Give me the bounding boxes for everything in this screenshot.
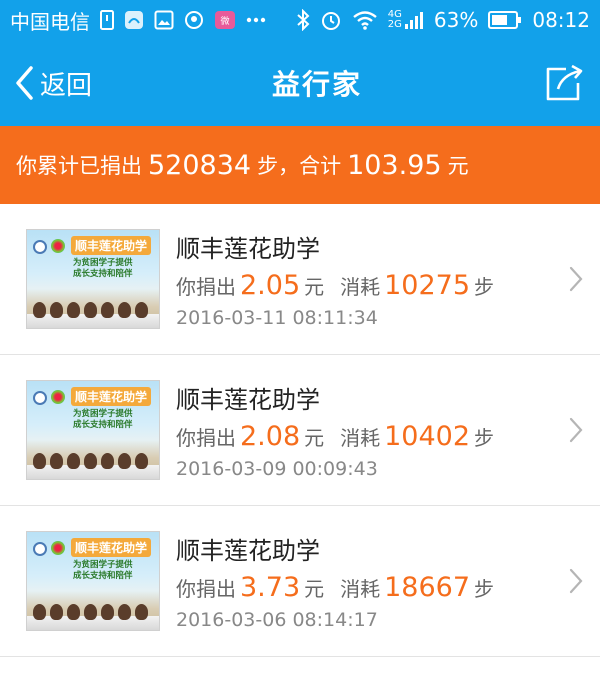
donation-row[interactable]: 顺丰莲花助学 为贫困学子提供 成长支持和陪伴 顺丰莲花助学 你捐出 3.73 元 … bbox=[0, 506, 600, 657]
sf-logo-icon bbox=[33, 542, 47, 556]
donation-amount: 2.08 bbox=[240, 421, 301, 452]
cellular-signal-icon: 4G 2G bbox=[388, 10, 424, 30]
chevron-right-icon bbox=[569, 417, 583, 443]
battery-percent: 63% bbox=[433, 8, 479, 32]
bluetooth-icon bbox=[296, 9, 310, 31]
share-icon bbox=[546, 64, 583, 101]
project-title: 顺丰莲花助学 bbox=[176, 537, 320, 565]
donation-list: 顺丰莲花助学 为贫困学子提供 成长支持和陪伴 顺丰莲花助学 你捐出 2.05 元 … bbox=[0, 204, 600, 657]
donation-detail: 你捐出 3.73 元 消耗 18667 步 bbox=[176, 572, 495, 603]
donation-steps: 10402 bbox=[384, 421, 471, 452]
thumbnail-slogan: 为贫困学子提供 成长支持和陪伴 bbox=[73, 560, 133, 581]
sf-logo-icon bbox=[33, 240, 47, 254]
thumbnail-banner: 顺丰莲花助学 bbox=[71, 538, 152, 557]
thumbnail-banner: 顺丰莲花助学 bbox=[71, 387, 152, 406]
lotus-logo-icon bbox=[51, 239, 65, 253]
back-label: 返回 bbox=[40, 70, 93, 101]
donation-row[interactable]: 顺丰莲花助学 为贫困学子提供 成长支持和陪伴 顺丰莲花助学 你捐出 2.05 元 … bbox=[0, 204, 600, 355]
donation-time: 2016-03-06 08:14:17 bbox=[176, 609, 378, 631]
project-title: 顺丰莲花助学 bbox=[176, 386, 320, 414]
wifi-icon bbox=[352, 10, 378, 30]
sf-logo-icon bbox=[33, 391, 47, 405]
back-button[interactable]: 返回 bbox=[14, 65, 92, 102]
page-title: 益行家 bbox=[272, 68, 363, 101]
weibo-icon: 微 bbox=[214, 10, 236, 30]
carrier-label: 中国电信 bbox=[10, 9, 90, 34]
lotus-logo-icon bbox=[51, 390, 65, 404]
children-photo bbox=[33, 604, 148, 620]
chevron-right-icon bbox=[569, 266, 583, 292]
lotus-logo-icon bbox=[51, 541, 65, 555]
summary-steps: 520834 bbox=[148, 149, 252, 181]
clock: 08:12 bbox=[532, 8, 590, 32]
summary-amount: 103.95 bbox=[347, 149, 442, 181]
donation-time: 2016-03-09 00:09:43 bbox=[176, 458, 378, 480]
summary-steps-unit: 步，合计 bbox=[257, 154, 342, 178]
thumbnail-slogan: 为贫困学子提供 成长支持和陪伴 bbox=[73, 258, 133, 279]
project-thumbnail: 顺丰莲花助学 为贫困学子提供 成长支持和陪伴 bbox=[26, 380, 160, 480]
svg-text:微: 微 bbox=[220, 15, 229, 27]
share-button[interactable] bbox=[542, 61, 586, 105]
donation-time: 2016-03-11 08:11:34 bbox=[176, 307, 378, 329]
summary-amount-unit: 元 bbox=[447, 154, 469, 178]
donation-steps: 10275 bbox=[384, 270, 471, 301]
children-photo bbox=[33, 453, 148, 469]
children-photo bbox=[33, 302, 148, 318]
project-thumbnail: 顺丰莲花助学 为贫困学子提供 成长支持和陪伴 bbox=[26, 531, 160, 631]
more-notifications-icon bbox=[246, 17, 266, 23]
donation-amount: 3.73 bbox=[240, 572, 301, 603]
summary-prefix: 你累计已捐出 bbox=[16, 154, 142, 178]
donation-detail: 你捐出 2.08 元 消耗 10402 步 bbox=[176, 421, 495, 452]
chevron-left-icon bbox=[16, 66, 33, 100]
donation-detail: 你捐出 2.05 元 消耗 10275 步 bbox=[176, 270, 495, 301]
project-title: 顺丰莲花助学 bbox=[176, 235, 320, 263]
donation-steps: 18667 bbox=[384, 572, 471, 603]
status-bar: 中国电信 微 4G 2G 63% 08:12 bbox=[0, 0, 600, 40]
gallery-icon bbox=[154, 10, 174, 30]
messenger-icon bbox=[184, 10, 204, 30]
alarm-icon bbox=[320, 9, 342, 31]
thumbnail-banner: 顺丰莲花助学 bbox=[71, 236, 152, 255]
chevron-right-icon bbox=[569, 568, 583, 594]
donation-summary: 你累计已捐出 520834 步，合计 103.95 元 bbox=[0, 126, 600, 204]
project-thumbnail: 顺丰莲花助学 为贫困学子提供 成长支持和陪伴 bbox=[26, 229, 160, 329]
donation-amount: 2.05 bbox=[240, 270, 301, 301]
donation-row[interactable]: 顺丰莲花助学 为贫困学子提供 成长支持和陪伴 顺丰莲花助学 你捐出 2.08 元 … bbox=[0, 355, 600, 506]
battery-icon bbox=[488, 11, 522, 29]
nav-bar: 返回 益行家 bbox=[0, 40, 600, 126]
app-notification-icon bbox=[124, 10, 144, 30]
thumbnail-slogan: 为贫困学子提供 成长支持和陪伴 bbox=[73, 409, 133, 430]
sim-icon bbox=[100, 10, 114, 30]
